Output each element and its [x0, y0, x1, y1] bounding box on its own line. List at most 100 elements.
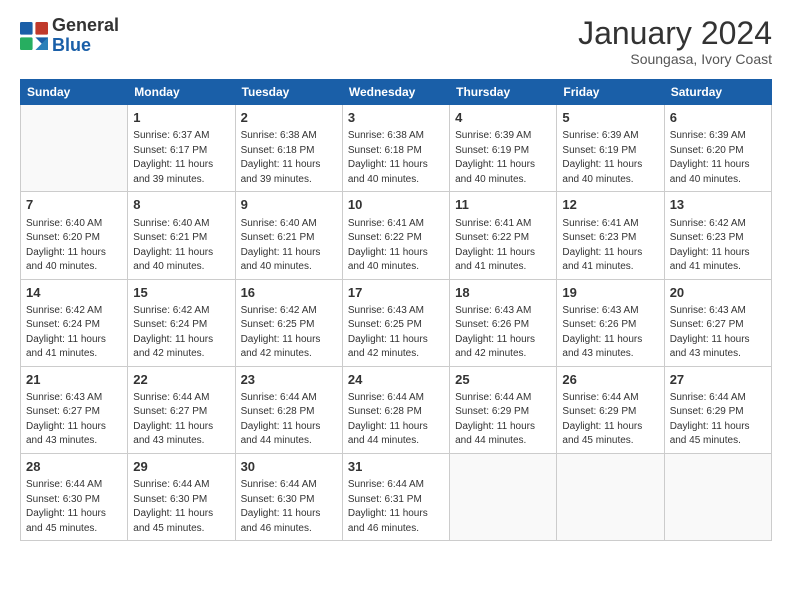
- calendar-cell: 9 Sunrise: 6:40 AMSunset: 6:21 PMDayligh…: [235, 192, 342, 279]
- calendar-week-3: 14 Sunrise: 6:42 AMSunset: 6:24 PMDaylig…: [21, 279, 772, 366]
- day-number: 5: [562, 109, 658, 127]
- day-info: Sunrise: 6:44 AMSunset: 6:31 PMDaylight:…: [348, 478, 444, 536]
- logo: GeneralBlue: [20, 16, 119, 56]
- day-info: Sunrise: 6:44 AMSunset: 6:30 PMDaylight:…: [26, 478, 122, 536]
- calendar-week-5: 28 Sunrise: 6:44 AMSunset: 6:30 PMDaylig…: [21, 453, 772, 540]
- day-number: 20: [670, 284, 766, 302]
- calendar-cell: 12 Sunrise: 6:41 AMSunset: 6:23 PMDaylig…: [557, 192, 664, 279]
- calendar-cell: 26 Sunrise: 6:44 AMSunset: 6:29 PMDaylig…: [557, 366, 664, 453]
- calendar-cell: 3 Sunrise: 6:38 AMSunset: 6:18 PMDayligh…: [342, 105, 449, 192]
- calendar-cell: [450, 453, 557, 540]
- col-tuesday: Tuesday: [235, 80, 342, 105]
- day-number: 16: [241, 284, 337, 302]
- day-number: 27: [670, 371, 766, 389]
- day-number: 28: [26, 458, 122, 476]
- col-saturday: Saturday: [664, 80, 771, 105]
- day-info: Sunrise: 6:41 AMSunset: 6:23 PMDaylight:…: [562, 217, 658, 275]
- day-info: Sunrise: 6:40 AMSunset: 6:21 PMDaylight:…: [133, 217, 229, 275]
- day-number: 26: [562, 371, 658, 389]
- day-number: 21: [26, 371, 122, 389]
- col-friday: Friday: [557, 80, 664, 105]
- day-number: 4: [455, 109, 551, 127]
- day-number: 10: [348, 196, 444, 214]
- calendar-cell: 6 Sunrise: 6:39 AMSunset: 6:20 PMDayligh…: [664, 105, 771, 192]
- calendar-cell: [664, 453, 771, 540]
- day-info: Sunrise: 6:40 AMSunset: 6:21 PMDaylight:…: [241, 217, 337, 275]
- header-row: Sunday Monday Tuesday Wednesday Thursday…: [21, 80, 772, 105]
- col-monday: Monday: [128, 80, 235, 105]
- day-info: Sunrise: 6:41 AMSunset: 6:22 PMDaylight:…: [348, 217, 444, 275]
- calendar-cell: 28 Sunrise: 6:44 AMSunset: 6:30 PMDaylig…: [21, 453, 128, 540]
- col-sunday: Sunday: [21, 80, 128, 105]
- header: GeneralBlue January 2024 Soungasa, Ivory…: [20, 16, 772, 67]
- day-number: 30: [241, 458, 337, 476]
- calendar-cell: 30 Sunrise: 6:44 AMSunset: 6:30 PMDaylig…: [235, 453, 342, 540]
- day-info: Sunrise: 6:43 AMSunset: 6:26 PMDaylight:…: [562, 304, 658, 362]
- day-number: 31: [348, 458, 444, 476]
- calendar-week-2: 7 Sunrise: 6:40 AMSunset: 6:20 PMDayligh…: [21, 192, 772, 279]
- day-number: 22: [133, 371, 229, 389]
- calendar-cell: 2 Sunrise: 6:38 AMSunset: 6:18 PMDayligh…: [235, 105, 342, 192]
- day-number: 29: [133, 458, 229, 476]
- logo-blue: Blue: [52, 35, 91, 55]
- calendar-cell: [21, 105, 128, 192]
- day-info: Sunrise: 6:39 AMSunset: 6:19 PMDaylight:…: [562, 129, 658, 187]
- day-number: 1: [133, 109, 229, 127]
- calendar-cell: 16 Sunrise: 6:42 AMSunset: 6:25 PMDaylig…: [235, 279, 342, 366]
- day-info: Sunrise: 6:42 AMSunset: 6:23 PMDaylight:…: [670, 217, 766, 275]
- calendar-cell: 8 Sunrise: 6:40 AMSunset: 6:21 PMDayligh…: [128, 192, 235, 279]
- calendar-week-1: 1 Sunrise: 6:37 AMSunset: 6:17 PMDayligh…: [21, 105, 772, 192]
- day-number: 12: [562, 196, 658, 214]
- day-info: Sunrise: 6:39 AMSunset: 6:20 PMDaylight:…: [670, 129, 766, 187]
- calendar-cell: 14 Sunrise: 6:42 AMSunset: 6:24 PMDaylig…: [21, 279, 128, 366]
- calendar-cell: [557, 453, 664, 540]
- day-number: 11: [455, 196, 551, 214]
- day-info: Sunrise: 6:44 AMSunset: 6:30 PMDaylight:…: [133, 478, 229, 536]
- day-info: Sunrise: 6:43 AMSunset: 6:25 PMDaylight:…: [348, 304, 444, 362]
- logo-icon: [20, 22, 48, 50]
- day-number: 15: [133, 284, 229, 302]
- day-info: Sunrise: 6:43 AMSunset: 6:26 PMDaylight:…: [455, 304, 551, 362]
- day-number: 9: [241, 196, 337, 214]
- day-info: Sunrise: 6:42 AMSunset: 6:24 PMDaylight:…: [26, 304, 122, 362]
- day-info: Sunrise: 6:43 AMSunset: 6:27 PMDaylight:…: [26, 391, 122, 449]
- col-thursday: Thursday: [450, 80, 557, 105]
- calendar-cell: 7 Sunrise: 6:40 AMSunset: 6:20 PMDayligh…: [21, 192, 128, 279]
- day-info: Sunrise: 6:38 AMSunset: 6:18 PMDaylight:…: [241, 129, 337, 187]
- title-block: January 2024 Soungasa, Ivory Coast: [578, 16, 772, 67]
- calendar-cell: 10 Sunrise: 6:41 AMSunset: 6:22 PMDaylig…: [342, 192, 449, 279]
- day-number: 25: [455, 371, 551, 389]
- calendar-cell: 15 Sunrise: 6:42 AMSunset: 6:24 PMDaylig…: [128, 279, 235, 366]
- page-container: GeneralBlue January 2024 Soungasa, Ivory…: [0, 0, 792, 551]
- calendar-cell: 23 Sunrise: 6:44 AMSunset: 6:28 PMDaylig…: [235, 366, 342, 453]
- day-number: 23: [241, 371, 337, 389]
- day-number: 2: [241, 109, 337, 127]
- day-info: Sunrise: 6:44 AMSunset: 6:29 PMDaylight:…: [670, 391, 766, 449]
- month-title: January 2024: [578, 16, 772, 51]
- day-info: Sunrise: 6:43 AMSunset: 6:27 PMDaylight:…: [670, 304, 766, 362]
- calendar-cell: 11 Sunrise: 6:41 AMSunset: 6:22 PMDaylig…: [450, 192, 557, 279]
- day-number: 17: [348, 284, 444, 302]
- day-info: Sunrise: 6:40 AMSunset: 6:20 PMDaylight:…: [26, 217, 122, 275]
- day-info: Sunrise: 6:44 AMSunset: 6:28 PMDaylight:…: [241, 391, 337, 449]
- day-info: Sunrise: 6:42 AMSunset: 6:24 PMDaylight:…: [133, 304, 229, 362]
- day-number: 3: [348, 109, 444, 127]
- location-subtitle: Soungasa, Ivory Coast: [578, 51, 772, 67]
- day-info: Sunrise: 6:44 AMSunset: 6:29 PMDaylight:…: [562, 391, 658, 449]
- col-wednesday: Wednesday: [342, 80, 449, 105]
- calendar-cell: 20 Sunrise: 6:43 AMSunset: 6:27 PMDaylig…: [664, 279, 771, 366]
- calendar-cell: 18 Sunrise: 6:43 AMSunset: 6:26 PMDaylig…: [450, 279, 557, 366]
- day-info: Sunrise: 6:42 AMSunset: 6:25 PMDaylight:…: [241, 304, 337, 362]
- calendar-cell: 24 Sunrise: 6:44 AMSunset: 6:28 PMDaylig…: [342, 366, 449, 453]
- logo-text: GeneralBlue: [52, 16, 119, 56]
- calendar-cell: 21 Sunrise: 6:43 AMSunset: 6:27 PMDaylig…: [21, 366, 128, 453]
- calendar-cell: 1 Sunrise: 6:37 AMSunset: 6:17 PMDayligh…: [128, 105, 235, 192]
- calendar-body: 1 Sunrise: 6:37 AMSunset: 6:17 PMDayligh…: [21, 105, 772, 541]
- day-number: 7: [26, 196, 122, 214]
- calendar-cell: 22 Sunrise: 6:44 AMSunset: 6:27 PMDaylig…: [128, 366, 235, 453]
- calendar-cell: 25 Sunrise: 6:44 AMSunset: 6:29 PMDaylig…: [450, 366, 557, 453]
- day-number: 8: [133, 196, 229, 214]
- day-number: 13: [670, 196, 766, 214]
- day-info: Sunrise: 6:44 AMSunset: 6:27 PMDaylight:…: [133, 391, 229, 449]
- calendar-cell: 17 Sunrise: 6:43 AMSunset: 6:25 PMDaylig…: [342, 279, 449, 366]
